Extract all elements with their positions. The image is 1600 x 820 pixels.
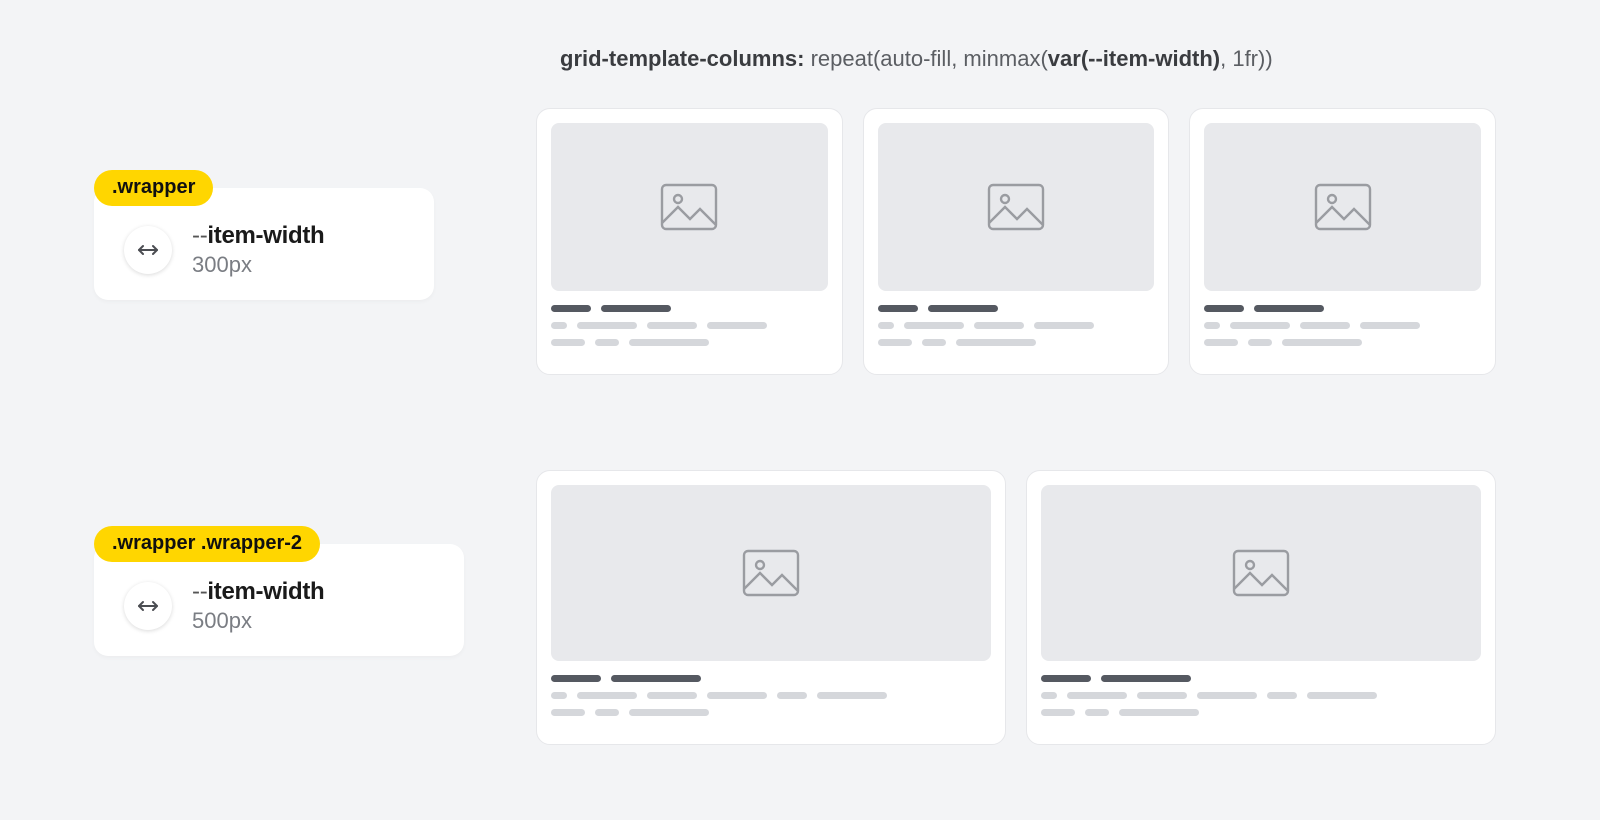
grid-card xyxy=(1189,108,1496,375)
horizontal-arrows-icon xyxy=(124,226,172,274)
card-thumbnail xyxy=(551,485,991,661)
card-thumbnail xyxy=(1204,123,1481,291)
selector-pill: .wrapper xyxy=(94,170,213,206)
card-meta xyxy=(878,305,1155,356)
css-variable-name: --item-width xyxy=(192,578,324,606)
property-row: --item-width 500px xyxy=(124,578,434,634)
card-meta xyxy=(1041,675,1481,726)
css-variable-value: 500px xyxy=(192,608,324,634)
grid-wrapper-300 xyxy=(536,108,1496,375)
grid-wrapper-500 xyxy=(536,470,1496,745)
css-property: grid-template-columns: xyxy=(560,46,804,71)
selector-card-wrapper: .wrapper --item-width 300px xyxy=(94,188,434,300)
selector-card-wrapper-2: .wrapper .wrapper-2 --item-width 500px xyxy=(94,544,464,656)
image-placeholder-icon xyxy=(1314,183,1372,231)
card-thumbnail xyxy=(1041,485,1481,661)
grid-card xyxy=(536,470,1006,745)
card-thumbnail xyxy=(878,123,1155,291)
grid-card xyxy=(863,108,1170,375)
grid-card xyxy=(1026,470,1496,745)
card-meta xyxy=(551,305,828,356)
selector-pill: .wrapper .wrapper-2 xyxy=(94,526,320,562)
card-thumbnail xyxy=(551,123,828,291)
css-var-token: var(--item-width) xyxy=(1048,46,1220,71)
card-meta xyxy=(551,675,991,726)
css-property-line: grid-template-columns: repeat(auto-fill,… xyxy=(560,46,1273,72)
image-placeholder-icon xyxy=(1232,549,1290,597)
grid-card xyxy=(536,108,843,375)
image-placeholder-icon xyxy=(742,549,800,597)
card-meta xyxy=(1204,305,1481,356)
css-value-after: , 1fr)) xyxy=(1220,46,1273,71)
property-row: --item-width 300px xyxy=(124,222,404,278)
image-placeholder-icon xyxy=(987,183,1045,231)
image-placeholder-icon xyxy=(660,183,718,231)
horizontal-arrows-icon xyxy=(124,582,172,630)
css-value-before: repeat(auto-fill, minmax( xyxy=(804,46,1047,71)
css-variable-name: --item-width xyxy=(192,222,324,250)
css-variable-value: 300px xyxy=(192,252,324,278)
